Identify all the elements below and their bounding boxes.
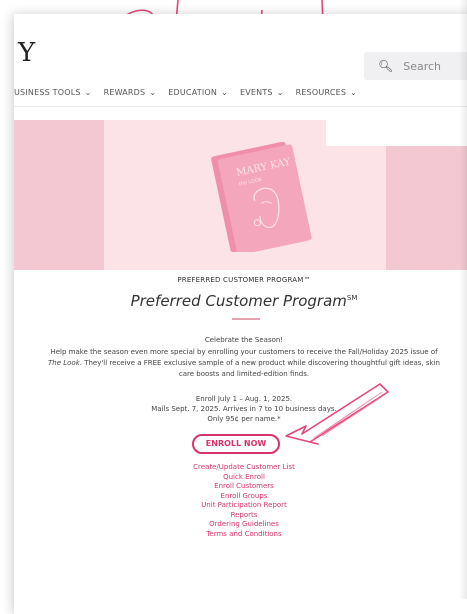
nav-label: EVENTS <box>239 88 273 97</box>
nav-item-events[interactable]: EVENTS ⌄ <box>240 88 284 97</box>
chevron-down-icon: ⌄ <box>276 88 284 97</box>
link-create-update-customer-list[interactable]: Create/Update Customer List <box>14 463 467 473</box>
nav-item-business-tools[interactable]: USINESS TOOLS ⌄ <box>14 88 92 97</box>
hand-drawn-arrow-icon <box>285 383 389 445</box>
nav-item-resources[interactable]: RESOURCES ⌄ <box>296 88 357 97</box>
main-nav: USINESS TOOLS ⌄ REWARDS ⌄ EDUCATION ⌄ EV… <box>14 88 357 97</box>
program-kicker: PREFERRED CUSTOMER PROGRAM™ <box>177 276 311 284</box>
enroll-details: Enroll July 1 – Aug. 1, 2025. Mails Sept… <box>14 394 467 424</box>
nav-divider <box>14 106 467 107</box>
page-title-text: Preferred Customer Program <box>130 292 347 310</box>
link-enroll-groups[interactable]: Enroll Groups <box>14 492 467 502</box>
search-icon: 🔍︎ <box>378 59 394 73</box>
nav-label: USINESS TOOLS <box>14 88 81 97</box>
nav-item-rewards[interactable]: REWARDS ⌄ <box>104 88 157 97</box>
mail-dates: Mails Sept. 7, 2025. Arrives in 7 to 10 … <box>151 405 337 413</box>
desc-text: Help make the season even more special b… <box>50 348 438 356</box>
link-quick-enroll[interactable]: Quick Enroll <box>14 473 467 483</box>
celebrate-text: Celebrate the Season! <box>204 336 284 344</box>
search-box[interactable]: 🔍︎ Search <box>364 52 467 80</box>
link-terms-and-conditions[interactable]: Terms and Conditions <box>14 530 467 540</box>
chevron-down-icon: ⌄ <box>84 88 92 97</box>
chevron-down-icon: ⌄ <box>350 88 358 97</box>
link-reports[interactable]: Reports <box>14 511 467 521</box>
program-links: Create/Update Customer List Quick Enroll… <box>14 463 467 539</box>
desc-italic: The Look <box>48 359 80 367</box>
chevron-down-icon: ⌄ <box>149 88 157 97</box>
search-placeholder: Search <box>403 59 442 73</box>
service-mark: SM <box>346 294 358 302</box>
title-underline <box>232 318 260 320</box>
brand-logo[interactable]: Y <box>18 38 35 68</box>
edge-shadow <box>459 0 467 599</box>
chevron-down-icon: ⌄ <box>221 88 228 97</box>
hero-white-strip <box>326 120 467 146</box>
link-ordering-guidelines[interactable]: Ordering Guidelines <box>14 520 467 530</box>
page-title: Preferred Customer ProgramSM <box>14 292 467 310</box>
link-enroll-customers[interactable]: Enroll Customers <box>14 482 467 492</box>
enroll-dates: Enroll July 1 – Aug. 1, 2025. <box>195 395 293 403</box>
catalog-illustration: MARY KAY the LOOK <box>211 142 312 252</box>
webpage-panel: Y 🔍︎ Search USINESS TOOLS ⌄ REWARDS ⌄ ED… <box>14 14 467 614</box>
nav-label: REWARDS <box>103 88 146 97</box>
nav-item-education[interactable]: EDUCATION ⌄ <box>168 88 228 97</box>
enroll-now-button[interactable]: ENROLL NOW <box>192 434 280 454</box>
price-note: Only 95¢ per name.* <box>207 415 281 423</box>
link-unit-participation-report[interactable]: Unit Participation Report <box>14 501 467 511</box>
nav-label: RESOURCES <box>295 88 347 97</box>
nav-label: EDUCATION <box>168 88 218 97</box>
